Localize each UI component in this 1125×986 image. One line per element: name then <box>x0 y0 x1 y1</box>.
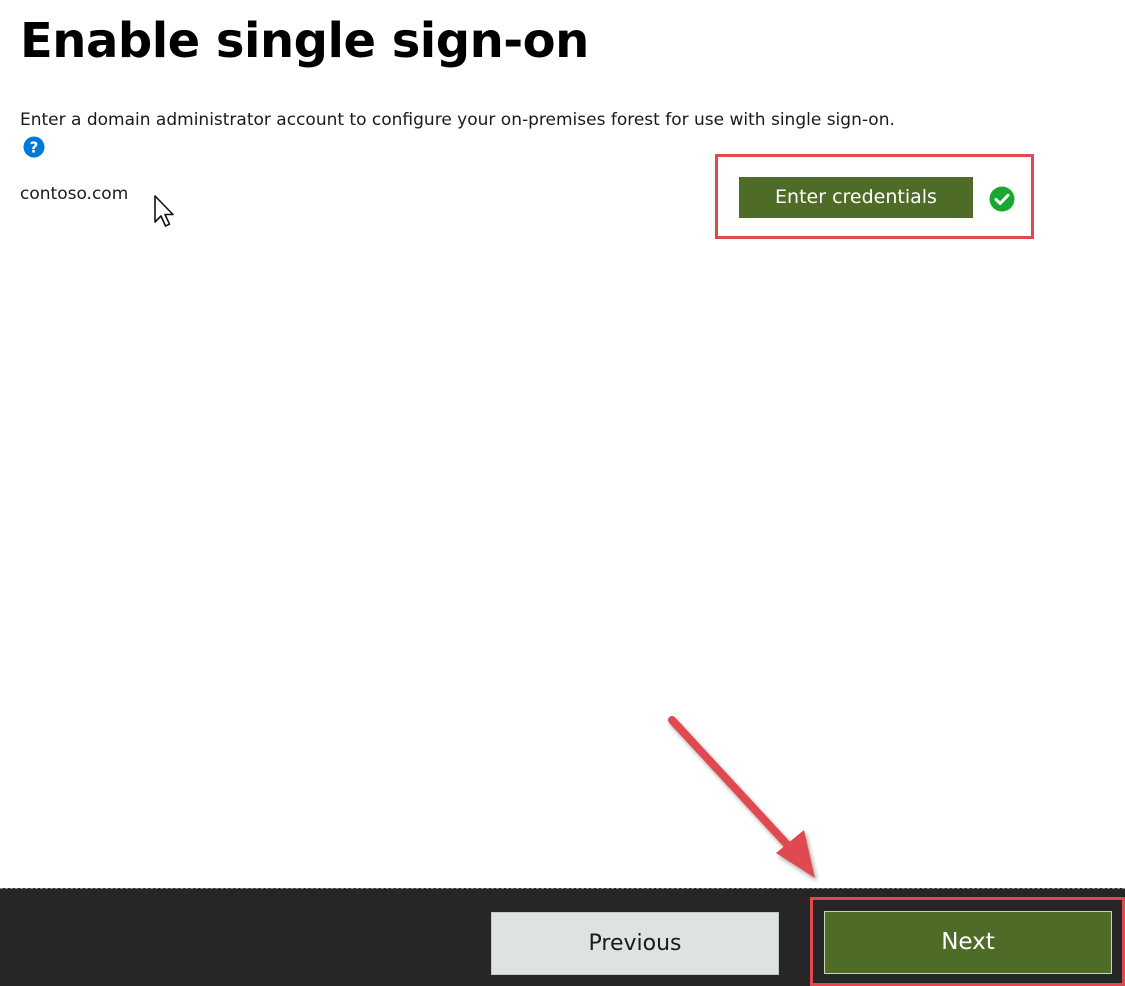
page-title: Enable single sign-on <box>20 13 589 69</box>
previous-button[interactable]: Previous <box>491 912 779 975</box>
mouse-pointer-icon <box>154 195 174 227</box>
next-button[interactable]: Next <box>824 911 1112 974</box>
page-description: Enter a domain administrator account to … <box>20 110 895 130</box>
svg-text:?: ? <box>30 139 39 157</box>
enter-credentials-button[interactable]: Enter credentials <box>739 177 973 218</box>
forest-domain-name: contoso.com <box>20 184 129 204</box>
check-circle-icon <box>989 186 1015 212</box>
annotation-arrow <box>668 716 815 878</box>
help-question-icon[interactable]: ? <box>23 136 45 158</box>
